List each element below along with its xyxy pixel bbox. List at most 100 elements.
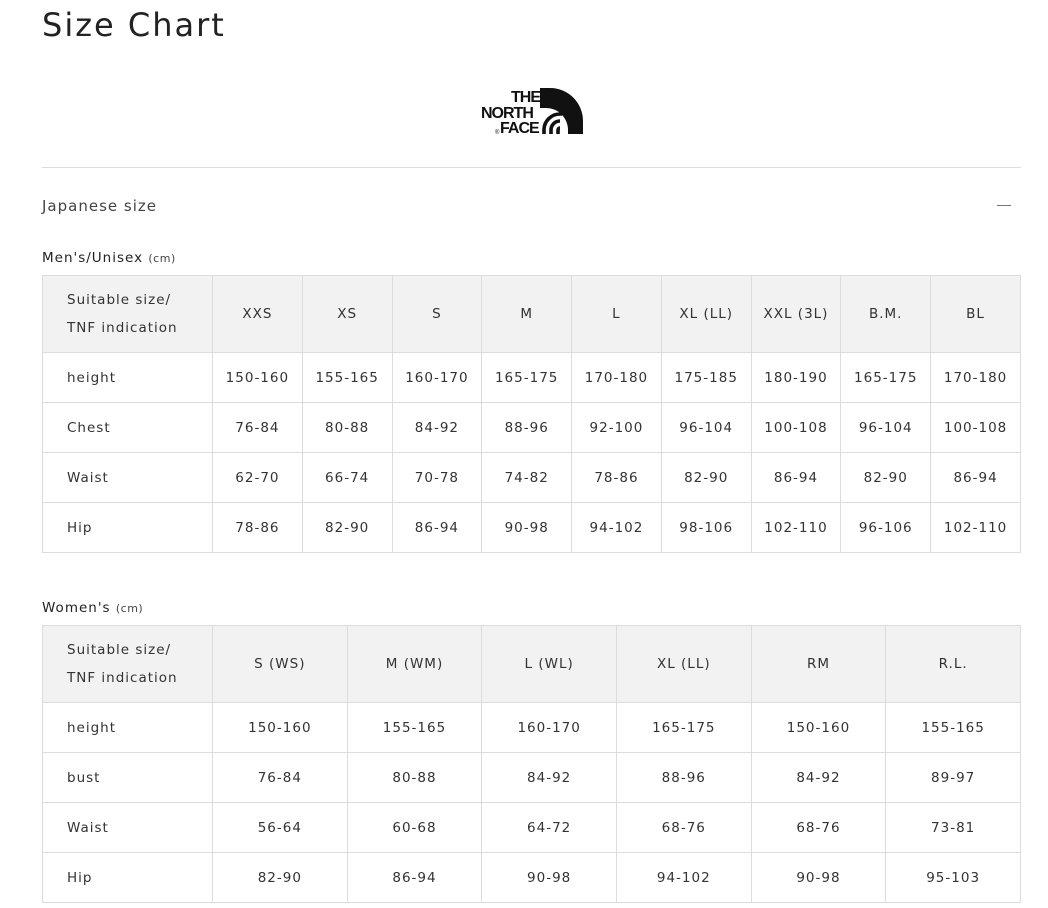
size-column-header: S (WS) bbox=[212, 625, 348, 703]
womens-size-table: Suitable size/TNF indication S (WS) M (WM)… bbox=[42, 625, 1021, 903]
measurement-label: height bbox=[42, 352, 213, 403]
measurement-label: Chest bbox=[42, 402, 213, 453]
table-row: Waist 56-64 60-68 64-72 68-76 68-76 73-81 bbox=[42, 802, 1021, 853]
measurement-cell: 76-84 bbox=[212, 402, 303, 453]
size-column-header: BL bbox=[930, 275, 1021, 353]
measurement-cell: 100-108 bbox=[750, 402, 842, 453]
womens-heading-text: Women's bbox=[42, 600, 111, 616]
size-column-header: R.L. bbox=[885, 625, 1021, 703]
measurement-cell: 82-90 bbox=[212, 852, 348, 903]
size-column-header: M bbox=[481, 275, 573, 353]
measurement-cell: 56-64 bbox=[212, 802, 348, 853]
measurement-cell: 96-104 bbox=[840, 402, 932, 453]
mens-unit: (cm) bbox=[148, 252, 176, 265]
measurement-cell: 78-86 bbox=[571, 452, 662, 503]
measurement-cell: 68-76 bbox=[615, 802, 752, 853]
measurement-cell: 80-88 bbox=[346, 752, 483, 803]
measurement-cell: 170-180 bbox=[571, 352, 662, 403]
measurement-cell: 96-106 bbox=[840, 502, 932, 553]
japanese-size-accordion[interactable]: Japanese size bbox=[42, 190, 1021, 224]
the-north-face-logo: THE NORTH FACE ® bbox=[481, 88, 583, 136]
table-header-row: Suitable size/TNF indication XXS XS S M L XL (… bbox=[42, 275, 1021, 353]
measurement-cell: 155-165 bbox=[301, 352, 393, 403]
table-row: Hip 82-90 86-94 90-98 94-102 90-98 95-103 bbox=[42, 852, 1021, 903]
measurement-cell: 90-98 bbox=[481, 502, 573, 553]
measurement-cell: 73-81 bbox=[885, 802, 1021, 853]
svg-text:®: ® bbox=[495, 129, 500, 136]
mens-heading-text: Men's/Unisex bbox=[42, 250, 144, 266]
measurement-label: Hip bbox=[42, 502, 213, 553]
size-column-header: XL (LL) bbox=[615, 625, 752, 703]
measurement-cell: 165-175 bbox=[840, 352, 932, 403]
measurement-cell: 78-86 bbox=[212, 502, 303, 553]
measurement-cell: 100-108 bbox=[930, 402, 1021, 453]
size-column-header: XS bbox=[301, 275, 393, 353]
measurement-cell: 80-88 bbox=[301, 402, 393, 453]
measurement-cell: 62-70 bbox=[212, 452, 303, 503]
table-row: height 150-160 155-165 160-170 165-175 150-16… bbox=[42, 702, 1021, 753]
measurement-cell: 84-92 bbox=[481, 752, 617, 803]
measurement-cell: 155-165 bbox=[346, 702, 483, 753]
measurement-cell: 82-90 bbox=[301, 502, 393, 553]
measurement-cell: 82-90 bbox=[840, 452, 932, 503]
size-column-header: B.M. bbox=[840, 275, 932, 353]
table-row: Waist 62-70 66-74 70-78 74-82 78-86 82-90 86-94… bbox=[42, 452, 1021, 503]
measurement-cell: 94-102 bbox=[571, 502, 662, 553]
header-label-line1: Suitable size/ bbox=[67, 642, 172, 658]
womens-section-heading: Women's (cm) bbox=[42, 600, 143, 616]
measurement-cell: 102-110 bbox=[930, 502, 1021, 553]
measurement-cell: 60-68 bbox=[346, 802, 483, 853]
header-label-cell: Suitable size/TNF indication bbox=[42, 275, 213, 353]
measurement-cell: 86-94 bbox=[391, 502, 483, 553]
measurement-cell: 170-180 bbox=[930, 352, 1021, 403]
size-column-header: M (WM) bbox=[346, 625, 483, 703]
measurement-cell: 150-160 bbox=[750, 702, 887, 753]
mens-size-table: Suitable size/TNF indication XXS XS S M L XL (… bbox=[42, 275, 1021, 553]
measurement-cell: 76-84 bbox=[212, 752, 348, 803]
measurement-label: height bbox=[42, 702, 213, 753]
measurement-cell: 68-76 bbox=[750, 802, 887, 853]
svg-text:THE: THE bbox=[511, 89, 541, 106]
table-row: Chest 76-84 80-88 84-92 88-96 92-100 96-104 100… bbox=[42, 402, 1021, 453]
header-label-line2: TNF indication bbox=[67, 320, 178, 336]
header-label-line1: Suitable size/ bbox=[67, 292, 172, 308]
measurement-cell: 175-185 bbox=[660, 352, 752, 403]
measurement-cell: 90-98 bbox=[750, 852, 887, 903]
measurement-cell: 180-190 bbox=[750, 352, 842, 403]
size-column-header: XXL (3L) bbox=[750, 275, 842, 353]
minus-icon[interactable] bbox=[997, 205, 1011, 206]
measurement-cell: 155-165 bbox=[885, 702, 1021, 753]
measurement-label: Waist bbox=[42, 452, 213, 503]
womens-unit: (cm) bbox=[115, 602, 144, 615]
section-divider bbox=[42, 167, 1021, 168]
measurement-cell: 86-94 bbox=[346, 852, 483, 903]
table-header-row: Suitable size/TNF indication S (WS) M (WM)… bbox=[42, 625, 1021, 703]
size-column-header: XXS bbox=[212, 275, 303, 353]
measurement-cell: 150-160 bbox=[212, 352, 303, 403]
table-row: height 150-160 155-165 160-170 165-175 170-18… bbox=[42, 352, 1021, 403]
table-row: Hip 78-86 82-90 86-94 90-98 94-102 98-106 102-1… bbox=[42, 502, 1021, 553]
measurement-cell: 82-90 bbox=[660, 452, 752, 503]
measurement-label: Hip bbox=[42, 852, 213, 903]
measurement-cell: 98-106 bbox=[660, 502, 752, 553]
header-label-line2: TNF indication bbox=[67, 670, 178, 686]
measurement-cell: 89-97 bbox=[885, 752, 1021, 803]
measurement-cell: 95-103 bbox=[885, 852, 1021, 903]
accordion-label: Japanese size bbox=[42, 197, 157, 215]
measurement-cell: 88-96 bbox=[615, 752, 752, 803]
page-title: Size Chart bbox=[42, 6, 226, 44]
measurement-cell: 66-74 bbox=[301, 452, 393, 503]
measurement-cell: 160-170 bbox=[391, 352, 483, 403]
measurement-cell: 96-104 bbox=[660, 402, 752, 453]
header-label-cell: Suitable size/TNF indication bbox=[42, 625, 213, 703]
measurement-cell: 84-92 bbox=[750, 752, 887, 803]
mens-section-heading: Men's/Unisex (cm) bbox=[42, 250, 176, 266]
size-column-header: XL (LL) bbox=[660, 275, 752, 353]
measurement-cell: 90-98 bbox=[481, 852, 617, 903]
measurement-cell: 86-94 bbox=[930, 452, 1021, 503]
measurement-cell: 94-102 bbox=[615, 852, 752, 903]
measurement-cell: 86-94 bbox=[750, 452, 842, 503]
measurement-cell: 165-175 bbox=[481, 352, 573, 403]
measurement-cell: 92-100 bbox=[571, 402, 662, 453]
measurement-cell: 84-92 bbox=[391, 402, 483, 453]
